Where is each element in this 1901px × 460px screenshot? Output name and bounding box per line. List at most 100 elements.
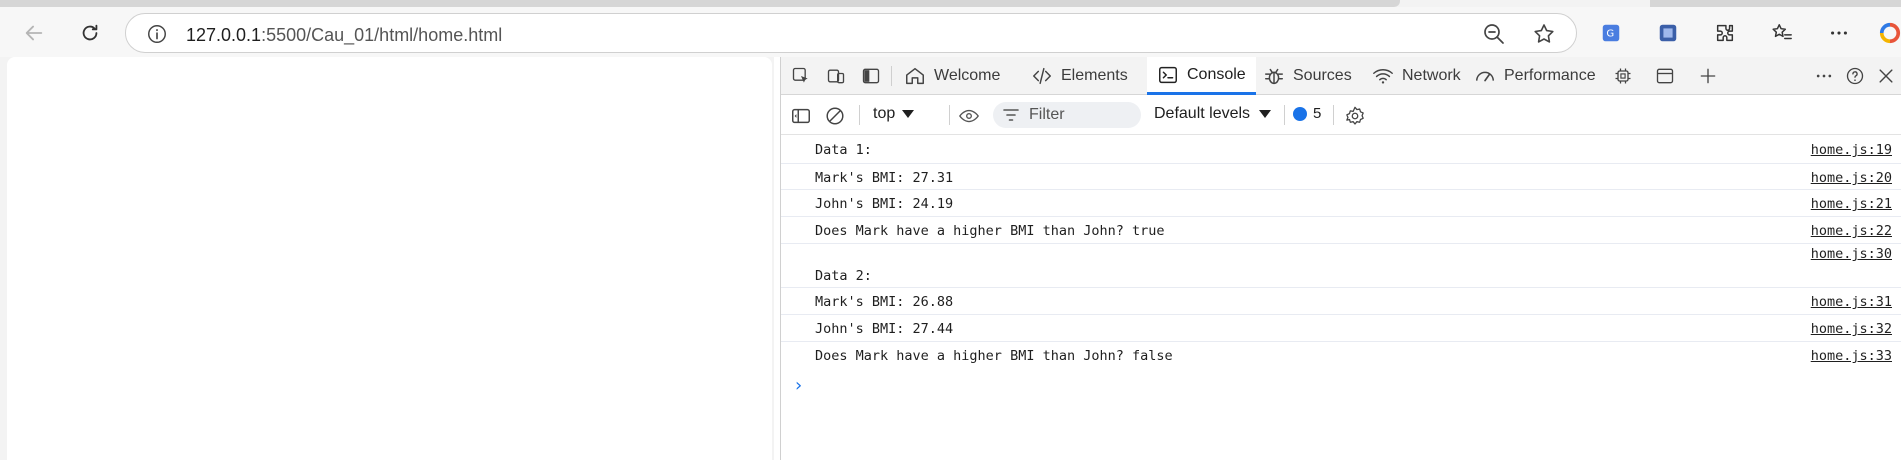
tab-elements[interactable]: Elements <box>1021 57 1138 95</box>
more-menu-button[interactable] <box>1819 13 1859 53</box>
clear-icon <box>826 107 844 125</box>
toggle-sidebar-button[interactable] <box>859 64 883 88</box>
log-source-link[interactable]: home.js:31 <box>1811 294 1892 310</box>
devtools-tab-bar: Welcome Elements Console Sources Network… <box>781 57 1901 95</box>
device-icon <box>827 69 845 84</box>
context-selector[interactable]: top <box>873 105 915 123</box>
log-message: Does Mark have a higher BMI than John? t… <box>815 223 1165 239</box>
separator <box>859 105 860 125</box>
close-devtools-button[interactable] <box>1874 64 1898 88</box>
log-source-link[interactable]: home.js:21 <box>1811 196 1892 212</box>
gauge-icon <box>1476 71 1494 82</box>
log-row: Mark's BMI: 26.88 home.js:31 <box>781 288 1901 315</box>
separator <box>949 105 950 125</box>
browser-toolbar: 127.0.0.1:5500/Cau_01/html/home.html G <box>0 7 1901 57</box>
translate-extension-button[interactable]: G <box>1591 13 1631 53</box>
help-icon <box>1846 67 1864 85</box>
log-source-link[interactable]: home.js:32 <box>1811 321 1892 337</box>
console-prompt[interactable]: › <box>781 369 1901 399</box>
console-sidebar-button[interactable] <box>789 104 813 128</box>
clear-console-button[interactable] <box>823 104 847 128</box>
gear-icon <box>1346 106 1364 125</box>
help-button[interactable] <box>1843 64 1867 88</box>
bug-icon <box>1265 68 1283 85</box>
page-viewport[interactable] <box>7 57 772 460</box>
tab-strip <box>0 0 1901 7</box>
log-levels-dropdown[interactable]: Default levels <box>1154 105 1272 123</box>
console-settings-button[interactable] <box>1343 104 1367 128</box>
tab-application[interactable] <box>1653 64 1677 88</box>
filter-placeholder: Filter <box>1029 106 1065 123</box>
translate-icon: G <box>1602 24 1620 42</box>
issues-icon <box>1293 106 1307 121</box>
issues-counter[interactable]: 5 <box>1293 105 1321 122</box>
tab-sources[interactable]: Sources <box>1253 57 1362 95</box>
filter-input[interactable]: Filter <box>993 102 1141 128</box>
log-row: Data 2: <box>781 266 1901 288</box>
log-row: home.js:30 <box>781 244 1901 266</box>
more-horizontal-icon <box>1831 31 1847 35</box>
tab-label: Network <box>1402 67 1461 84</box>
info-icon[interactable] <box>146 23 168 45</box>
log-source-link[interactable]: home.js:20 <box>1811 170 1892 186</box>
tab-strip-bar-right <box>1650 0 1901 7</box>
favorites-button[interactable] <box>1762 13 1802 53</box>
devtools-more-button[interactable] <box>1812 64 1836 88</box>
tab-label: Elements <box>1061 67 1128 84</box>
log-message: Data 1: <box>815 142 872 158</box>
log-source-link[interactable]: home.js:22 <box>1811 223 1892 239</box>
plus-icon <box>1700 68 1716 84</box>
address-bar[interactable]: 127.0.0.1:5500/Cau_01/html/home.html <box>125 13 1577 53</box>
back-button[interactable] <box>14 13 54 53</box>
prompt-chevron-icon: › <box>795 375 803 396</box>
live-expression-button[interactable] <box>957 104 981 128</box>
tab-label: Welcome <box>934 67 1001 84</box>
log-row: John's BMI: 24.19 home.js:21 <box>781 190 1901 217</box>
inspect-icon <box>792 67 808 83</box>
arrow-left-icon <box>25 25 43 41</box>
log-source-link[interactable]: home.js:19 <box>1811 142 1892 158</box>
refresh-button[interactable] <box>70 13 110 53</box>
copilot-button[interactable] <box>1870 13 1901 53</box>
more-tabs-button[interactable] <box>1696 64 1720 88</box>
extensions-button[interactable] <box>1705 13 1745 53</box>
code-icon <box>1033 67 1051 85</box>
chip-icon <box>1615 68 1631 84</box>
log-source-link[interactable]: home.js:30 <box>1811 246 1892 262</box>
inspect-element-button[interactable] <box>789 64 813 88</box>
caret-down-icon <box>902 110 915 118</box>
url-host: 127.0.0.1 <box>186 25 262 45</box>
tab-welcome[interactable]: Welcome <box>894 57 1010 95</box>
zoom-out-icon[interactable] <box>1482 22 1506 46</box>
filter-icon <box>1003 109 1019 121</box>
log-row: Does Mark have a higher BMI than John? f… <box>781 342 1901 369</box>
log-row: Data 1: home.js:19 <box>781 136 1901 163</box>
log-message: John's BMI: 27.44 <box>815 321 954 337</box>
puzzle-icon <box>1716 24 1734 42</box>
log-message: Data 2: <box>815 268 872 284</box>
issues-count: 5 <box>1313 105 1322 122</box>
window-icon <box>1656 68 1674 84</box>
page-viewport-frame <box>0 57 774 460</box>
tab-performance[interactable]: Performance <box>1464 57 1606 95</box>
device-toolbar-button[interactable] <box>824 64 848 88</box>
more-horizontal-icon <box>1816 74 1832 78</box>
tab-memory[interactable] <box>1611 64 1635 88</box>
eye-icon <box>959 109 979 123</box>
log-source-link[interactable]: home.js:33 <box>1811 348 1892 364</box>
sidebar-toggle-icon <box>792 108 810 124</box>
wifi-icon <box>1373 69 1393 84</box>
tab-console[interactable]: Console <box>1147 57 1256 95</box>
url-text[interactable]: 127.0.0.1:5500/Cau_01/html/home.html <box>186 25 502 46</box>
tab-strip-bar <box>0 0 1400 7</box>
extension-button[interactable] <box>1648 13 1688 53</box>
refresh-icon <box>82 24 98 41</box>
context-label: top <box>873 105 896 122</box>
copilot-icon <box>1879 22 1901 44</box>
levels-label: Default levels <box>1154 105 1251 122</box>
log-row: John's BMI: 27.44 home.js:32 <box>781 315 1901 342</box>
tab-network[interactable]: Network <box>1362 57 1471 95</box>
tab-separator <box>891 66 892 86</box>
favorite-star-icon[interactable] <box>1532 22 1556 46</box>
devtools-panel: Welcome Elements Console Sources Network… <box>780 57 1901 460</box>
